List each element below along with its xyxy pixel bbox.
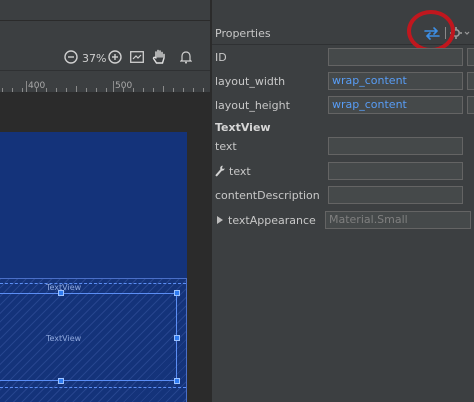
selected-textview[interactable] (0, 293, 177, 381)
expand-triangle-icon[interactable] (217, 216, 223, 224)
properties-panel: Properties ID layout_width wrap_content … (212, 0, 474, 402)
layout-editor-window: 37% 400 500 TextView TextView Properties… (0, 0, 474, 402)
resize-handle[interactable] (174, 378, 180, 384)
textview-label: TextView (46, 334, 82, 343)
property-label: layout_height (215, 99, 290, 112)
property-label: contentDescription (215, 189, 320, 202)
text-field[interactable] (328, 137, 463, 155)
id-field[interactable] (328, 48, 463, 66)
resize-handle[interactable] (174, 290, 180, 296)
horizontal-ruler: 400 500 (0, 70, 210, 93)
property-label: text (229, 165, 251, 178)
property-label: layout_width (215, 75, 286, 88)
property-label: textAppearance (228, 214, 316, 227)
field-extension (467, 72, 474, 90)
resize-handle[interactable] (174, 335, 180, 341)
property-row-content-description: contentDescription (212, 184, 474, 208)
pan-hand-icon[interactable] (150, 48, 168, 66)
zoom-level-label: 37% (82, 52, 107, 65)
zoom-out-icon[interactable] (62, 48, 80, 66)
text-appearance-dropdown[interactable]: Material.Small (325, 211, 471, 229)
editor-tab-strip (0, 20, 210, 46)
tools-text-field[interactable] (328, 162, 463, 180)
property-row-text-appearance: textAppearance Material.Small (212, 209, 474, 233)
property-label: ID (215, 51, 227, 64)
design-toolbar: 37% (0, 45, 210, 70)
ruler-label: 400 (28, 81, 46, 91)
content-description-field[interactable] (328, 186, 463, 204)
property-row-id: ID (212, 46, 474, 70)
property-row-layout-height: layout_height wrap_content (212, 94, 474, 118)
field-extension (467, 48, 474, 66)
editor-top-strip (0, 0, 210, 20)
layout-width-field[interactable]: wrap_content (328, 72, 463, 90)
property-row-layout-width: layout_width wrap_content (212, 70, 474, 94)
resize-handle[interactable] (58, 290, 64, 296)
bell-icon[interactable] (177, 48, 195, 66)
field-extension (467, 96, 474, 114)
guideline (0, 387, 186, 389)
properties-title: Properties (215, 27, 271, 40)
property-label: text (215, 140, 237, 153)
layout-height-field[interactable]: wrap_content (328, 96, 463, 114)
guideline (0, 283, 186, 285)
resize-handle[interactable] (58, 378, 64, 384)
design-editor: 37% 400 500 TextView TextView (0, 0, 210, 402)
ruler-label: 500 (115, 81, 133, 91)
property-row-text: text (212, 135, 474, 159)
property-row-tools-text: text (212, 160, 474, 184)
wrench-icon (215, 165, 225, 177)
section-header-textview: TextView (215, 121, 271, 134)
zoom-in-icon[interactable] (106, 48, 124, 66)
fit-screen-icon[interactable] (128, 48, 146, 66)
